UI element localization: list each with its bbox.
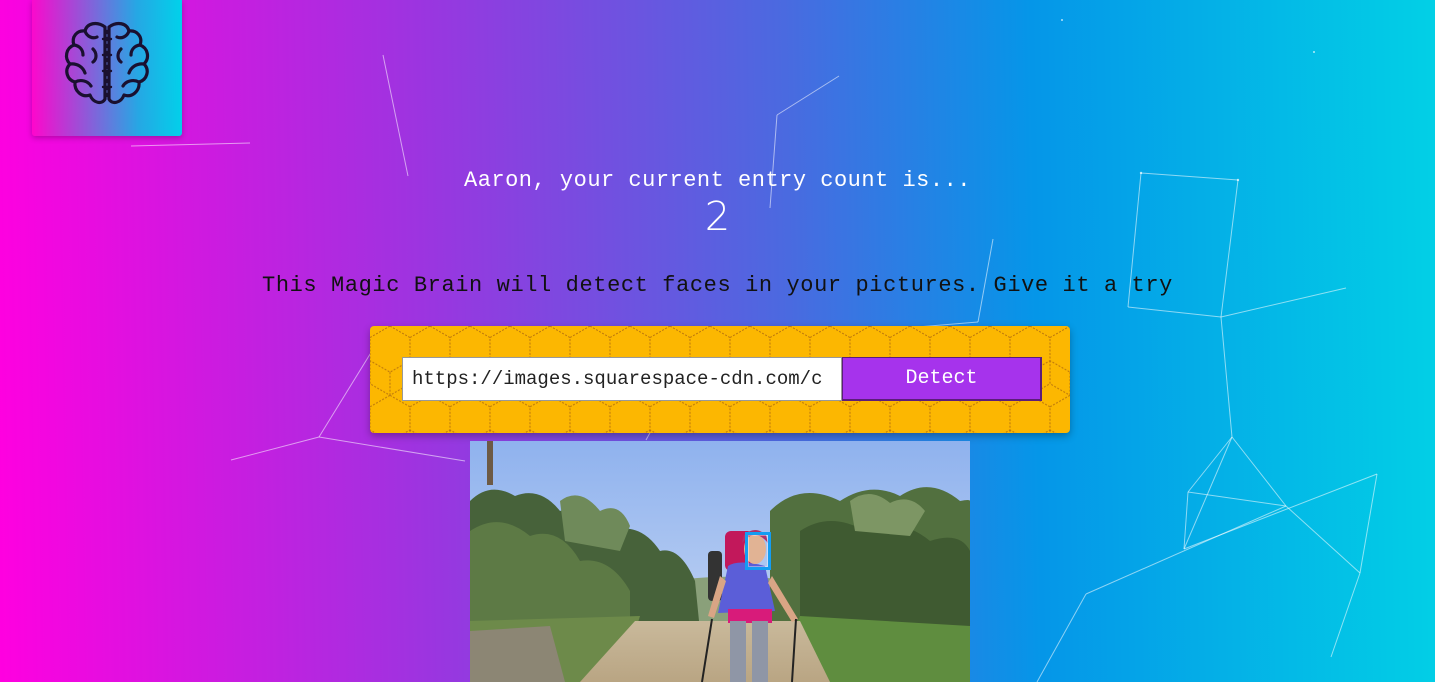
rank-section: Aaron, your current entry count is... 2 (0, 168, 1435, 239)
image-link-form: https://images.squarespace-cdn.com/c Det… (370, 326, 1070, 433)
brain-icon (64, 21, 150, 105)
detect-button[interactable]: Detect (842, 357, 1042, 401)
face-bounding-box (745, 532, 771, 570)
result-image (470, 441, 970, 682)
intro-text: This Magic Brain will detect faces in yo… (262, 273, 1173, 298)
logo-card[interactable] (32, 0, 182, 136)
image-url-input[interactable]: https://images.squarespace-cdn.com/c (402, 357, 842, 401)
rank-count: 2 (704, 194, 731, 240)
hiker-photo (470, 441, 970, 682)
rank-text: Aaron, your current entry count is... (464, 168, 971, 193)
